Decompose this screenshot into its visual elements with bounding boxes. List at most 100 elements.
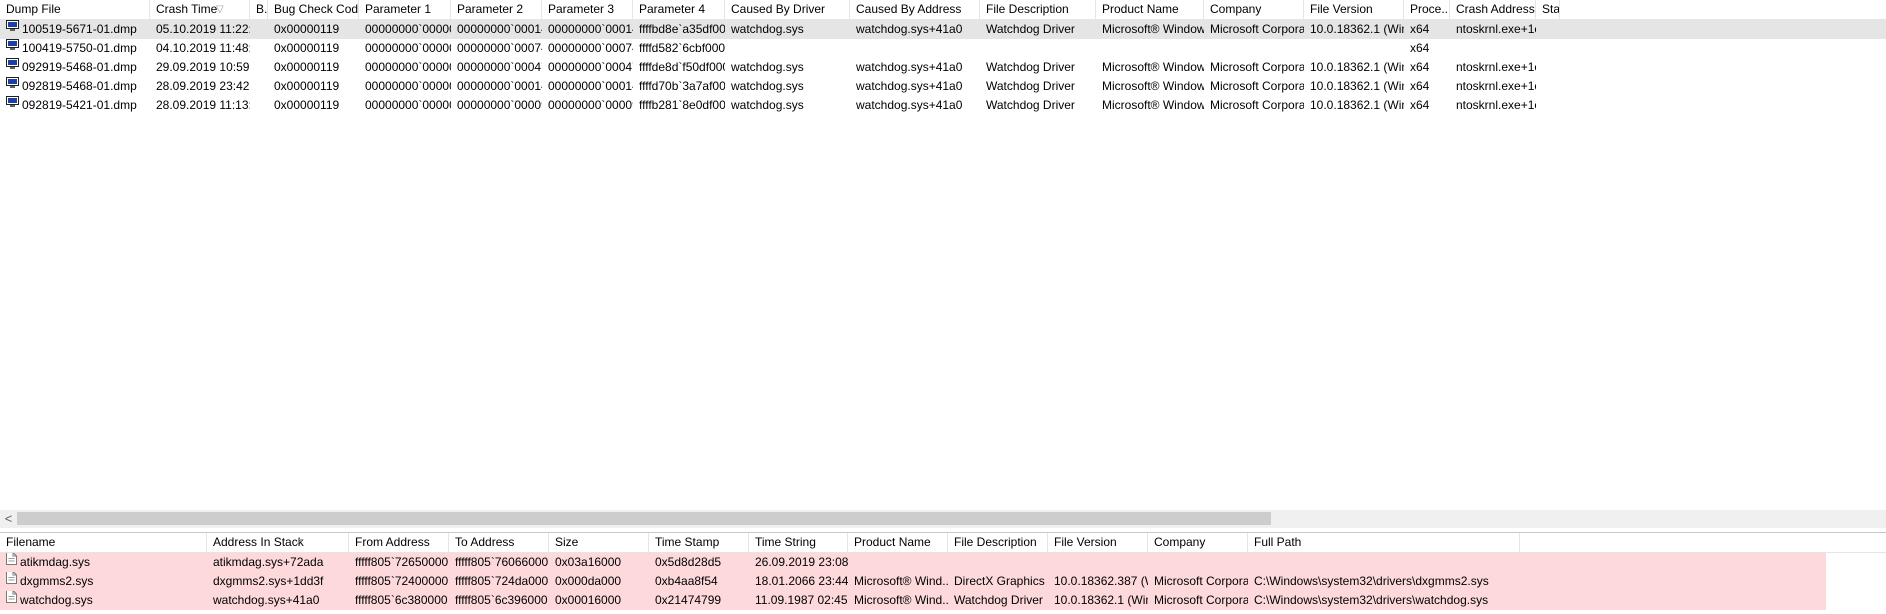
column-header-caused-by-driver[interactable]: Caused By Driver (725, 0, 850, 19)
cell-text: ffffb281`8e0df000 (639, 98, 725, 112)
cell-text: ntoskrnl.exe+1c10a0 (1456, 79, 1536, 93)
column-header-parameter-2[interactable]: Parameter 2 (451, 0, 542, 19)
column-header-parameter-3[interactable]: Parameter 3 (542, 0, 633, 19)
cell-text: fffff805`6c396000 (455, 593, 548, 607)
cell-file-description (980, 39, 1096, 58)
cell-bug-check-code: 0x00000119 (268, 20, 359, 39)
cell-text: Watchdog Driver (986, 22, 1075, 36)
cell-filename: watchdog.sys (0, 591, 207, 610)
dump-file-row[interactable]: 092919-5468-01.dmp 29.09.2019 10:59:18 0x0… (0, 58, 1886, 77)
cell-company: Microsoft Corpora... (1148, 572, 1248, 591)
driver-row[interactable]: atikmdag.sys atikmdag.sys+72ada fffff805`7… (0, 553, 1886, 572)
column-header-label: Size (555, 535, 579, 549)
cell-crash-address: ntoskrnl.exe+1c10a0 (1450, 77, 1536, 96)
column-header-crash-time[interactable]: Crash Time ▽ (150, 0, 250, 19)
column-header-sta[interactable]: Sta (1536, 0, 1560, 19)
cell-company (1204, 39, 1304, 58)
cell-sta (1536, 96, 1560, 115)
cell-caused-by-address: watchdog.sys+41a0 (850, 96, 980, 115)
cell-file-version: 10.0.18362.1 (WinB... (1304, 96, 1404, 115)
column-header-company[interactable]: Company (1204, 0, 1304, 19)
column-header-full-path[interactable]: Full Path (1248, 533, 1520, 552)
column-header-label: Parameter 4 (639, 2, 706, 16)
column-header-size[interactable]: Size (549, 533, 649, 552)
cell-text: x64 (1410, 60, 1430, 74)
cell-dump-file: 092919-5468-01.dmp (0, 58, 150, 77)
column-header-parameter-1[interactable]: Parameter 1 (359, 0, 451, 19)
cell-text: ntoskrnl.exe+1c1220 (1456, 22, 1536, 36)
dump-file-row[interactable]: 092819-5421-01.dmp 28.09.2019 11:13:02 0x0… (0, 96, 1886, 115)
dump-list-body: 100519-5671-01.dmp 05.10.2019 11:22:54 0x0… (0, 20, 1886, 115)
column-header-label: Product Name (854, 535, 931, 549)
column-header-time-string[interactable]: Time String (749, 533, 848, 552)
cell-text: C:\Windows\system32\drivers\watchdog.sys (1254, 593, 1489, 607)
column-header-label: File Description (954, 535, 1037, 549)
column-header-label: Crash Address (1456, 2, 1535, 16)
cell-text: Microsoft Corpora... (1210, 98, 1304, 112)
column-header-label: Address In Stack (213, 535, 304, 549)
scroll-left-button[interactable]: < (0, 510, 17, 528)
column-header-address-in-stack[interactable]: Address In Stack ↗ (207, 533, 349, 552)
column-header-to-address[interactable]: To Address (449, 533, 549, 552)
column-header-filename[interactable]: Filename (0, 533, 207, 552)
scrollbar-thumb[interactable] (17, 512, 1271, 525)
column-header-proce[interactable]: Proce... (1404, 0, 1450, 19)
driver-row[interactable]: watchdog.sys watchdog.sys+41a0 fffff805`6c… (0, 591, 1886, 610)
column-header-from-address[interactable]: From Address (349, 533, 449, 552)
column-header-file-description[interactable]: File Description (948, 533, 1048, 552)
column-header-b[interactable]: B. (250, 0, 268, 19)
column-header-company[interactable]: Company (1148, 533, 1248, 552)
column-header-dump-file[interactable]: Dump File (0, 0, 150, 19)
cell-company: Microsoft Corpora... (1204, 20, 1304, 39)
cell-text: 0xb4aa8f54 (655, 574, 718, 588)
cell-parameter-3: 00000000`00014f3c (542, 77, 633, 96)
cell-file-description: DirectX Graphics ... (948, 572, 1048, 591)
column-header-label: Caused By Driver (731, 2, 826, 16)
column-header-label: Crash Time (156, 2, 218, 16)
column-header-crash-address[interactable]: Crash Address (1450, 0, 1536, 19)
column-header-file-version[interactable]: File Version (1304, 0, 1404, 19)
dump-file-row[interactable]: 100519-5671-01.dmp 05.10.2019 11:22:54 0x0… (0, 20, 1886, 39)
cell-text: x64 (1410, 22, 1430, 36)
cell-company: Microsoft Corpora... (1148, 591, 1248, 610)
cell-parameter-3: 00000000`00014d... (542, 20, 633, 39)
driver-list-pane: Filename Address In Stack ↗ From Address To … (0, 532, 1886, 614)
dump-file-row[interactable]: 100419-5750-01.dmp 04.10.2019 11:48:58 0x0… (0, 39, 1886, 58)
column-header-product-name[interactable]: Product Name (1096, 0, 1204, 19)
column-header-bug-check-code[interactable]: Bug Check Code (268, 0, 359, 19)
cell-text: 00000000`000000... (365, 22, 451, 36)
horizontal-scrollbar[interactable]: < (0, 510, 1886, 528)
dump-file-row[interactable]: 092819-5468-01.dmp 28.09.2019 23:42:05 0x0… (0, 77, 1886, 96)
cell-text: 0x21474799 (655, 593, 722, 607)
column-header-label: Caused By Address (856, 2, 962, 16)
column-header-file-version[interactable]: File Version (1048, 533, 1148, 552)
column-header-product-name[interactable]: Product Name (848, 533, 948, 552)
cell-file-version: 10.0.18362.1 (WinB... (1304, 20, 1404, 39)
cell-dump-file: 092819-5421-01.dmp (0, 96, 150, 115)
column-header-label: Time Stamp (655, 535, 720, 549)
column-header-time-stamp[interactable]: Time Stamp (649, 533, 749, 552)
driver-list-header: Filename Address In Stack ↗ From Address To … (0, 533, 1886, 553)
column-header-label: File Description (986, 2, 1069, 16)
driver-row[interactable]: dxgmms2.sys dxgmms2.sys+1dd3f fffff805`724… (0, 572, 1886, 591)
cell-file-description (948, 553, 1048, 572)
cell-proce: x64 (1404, 96, 1450, 115)
cell-caused-by-driver: watchdog.sys (725, 77, 850, 96)
computer-screen-icon (6, 39, 19, 57)
cell-caused-by-address: watchdog.sys+41a0 (850, 77, 980, 96)
cell-text: Watchdog Driver (954, 593, 1043, 607)
cell-company (1148, 553, 1248, 572)
cell-text: 10.0.18362.1 (WinB... (1054, 593, 1148, 607)
column-header-caused-by-address[interactable]: Caused By Address (850, 0, 980, 19)
cell-product-name: Microsoft® Window... (1096, 20, 1204, 39)
cell-file-version: 10.0.18362.1 (WinB... (1304, 58, 1404, 77)
cell-text: 00000000`00014f39 (457, 79, 542, 93)
cell-company: Microsoft Corpora... (1204, 58, 1304, 77)
cell-to-address: fffff805`724da000 (449, 572, 549, 591)
cell-text: 00000000`000096fa (457, 98, 542, 112)
column-header-label: Parameter 2 (457, 2, 524, 16)
cell-text: 100419-5750-01.dmp (22, 41, 137, 55)
column-header-parameter-4[interactable]: Parameter 4 (633, 0, 725, 19)
cell-text: fffff805`724da000 (455, 574, 549, 588)
column-header-file-description[interactable]: File Description (980, 0, 1096, 19)
